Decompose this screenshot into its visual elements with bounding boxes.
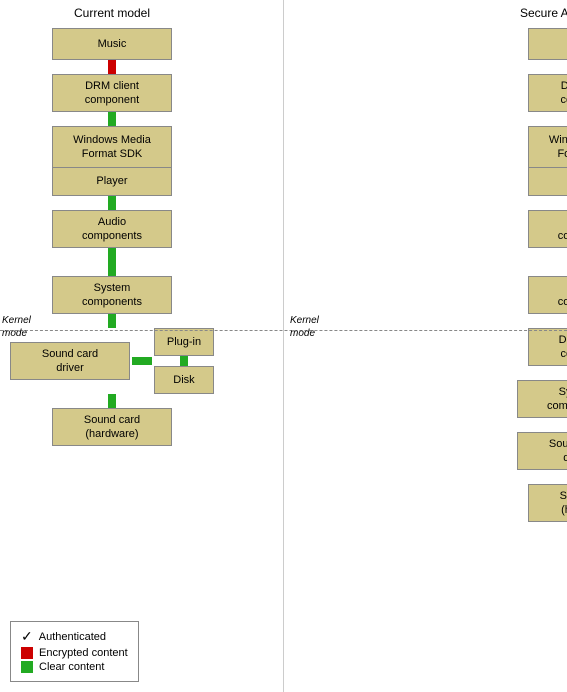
green-connector-2 xyxy=(108,196,116,210)
right-player-box: Player xyxy=(528,168,567,196)
encrypted-swatch xyxy=(21,647,33,659)
right-system2-row: Systemcomponents ✓ xyxy=(517,380,567,418)
left-audio-box: Audiocomponents xyxy=(52,210,172,248)
right-system2-box: Systemcomponents xyxy=(517,380,567,418)
left-column: Current model Music DRM clientcomponent … xyxy=(0,0,224,692)
legend-encrypted: Encrypted content xyxy=(21,647,128,659)
left-soundcard-driver-box: Sound carddriver xyxy=(10,342,130,380)
green-connector-3 xyxy=(108,248,116,276)
left-header: Current model xyxy=(10,0,214,28)
legend-authenticated: ✓ Authenticated xyxy=(21,628,128,645)
legend-clear-label: Clear content xyxy=(39,661,104,673)
disk-box: Disk xyxy=(154,366,214,394)
right-kernel-area xyxy=(517,248,567,276)
horiz-connector xyxy=(132,357,152,365)
left-kernel-label: Kernelmode xyxy=(2,314,31,340)
diagram-container: Current model Music DRM clientcomponent … xyxy=(0,0,567,692)
green-connector-5 xyxy=(108,394,116,408)
red-connector-1 xyxy=(108,60,116,74)
soundcard-row: Sound carddriver Plug-in Disk xyxy=(10,328,214,394)
check-icon: ✓ xyxy=(21,628,33,645)
legend-authenticated-label: Authenticated xyxy=(39,631,106,643)
right-kernel-label: Kernelmode xyxy=(290,314,319,340)
left-kernel-area xyxy=(10,248,214,276)
left-system-box: Systemcomponents xyxy=(52,276,172,314)
right-music-box: Music xyxy=(528,28,567,60)
right-soundcard-driver-box: Sound carddriver xyxy=(517,432,567,470)
right-wmf-box: Windows MediaFormat SDK xyxy=(528,126,567,168)
left-music-box: Music xyxy=(52,28,172,60)
right-header: Secure Audio Path model xyxy=(517,0,567,28)
plugin-box: Plug-in xyxy=(154,328,214,356)
right-column: Secure Audio Path model Music DRM client… xyxy=(507,0,567,692)
green-connector-1 xyxy=(108,112,116,126)
col-divider xyxy=(283,0,284,692)
kernel-divider xyxy=(0,330,567,331)
legend-clear: Clear content xyxy=(21,661,128,673)
left-player-box: Player xyxy=(52,168,172,196)
right-audio-box: Audiocomponents xyxy=(528,210,567,248)
plugin-connector xyxy=(180,356,188,366)
green-connector-4 xyxy=(108,314,116,328)
right-drm-kernel-box: DRM kernelcomponent xyxy=(528,328,567,366)
legend: ✓ Authenticated Encrypted content Clear … xyxy=(10,621,139,682)
legend-encrypted-label: Encrypted content xyxy=(39,647,128,659)
right-drm-box: DRM clientcomponent xyxy=(528,74,567,112)
left-drm-box: DRM clientcomponent xyxy=(52,74,172,112)
clear-swatch xyxy=(21,661,33,673)
right-system-box: Systemcomponents xyxy=(528,276,567,314)
left-soundcard-hw-box: Sound card(hardware) xyxy=(52,408,172,446)
left-wmf-box: Windows MediaFormat SDK xyxy=(52,126,172,168)
side-boxes: Plug-in Disk xyxy=(154,328,214,394)
horiz-green xyxy=(132,357,152,365)
right-soundcard-hw-box: Sound card(hardware) xyxy=(528,484,567,522)
right-soundcard-driver-row: Sound carddriver ✓ xyxy=(517,432,567,470)
